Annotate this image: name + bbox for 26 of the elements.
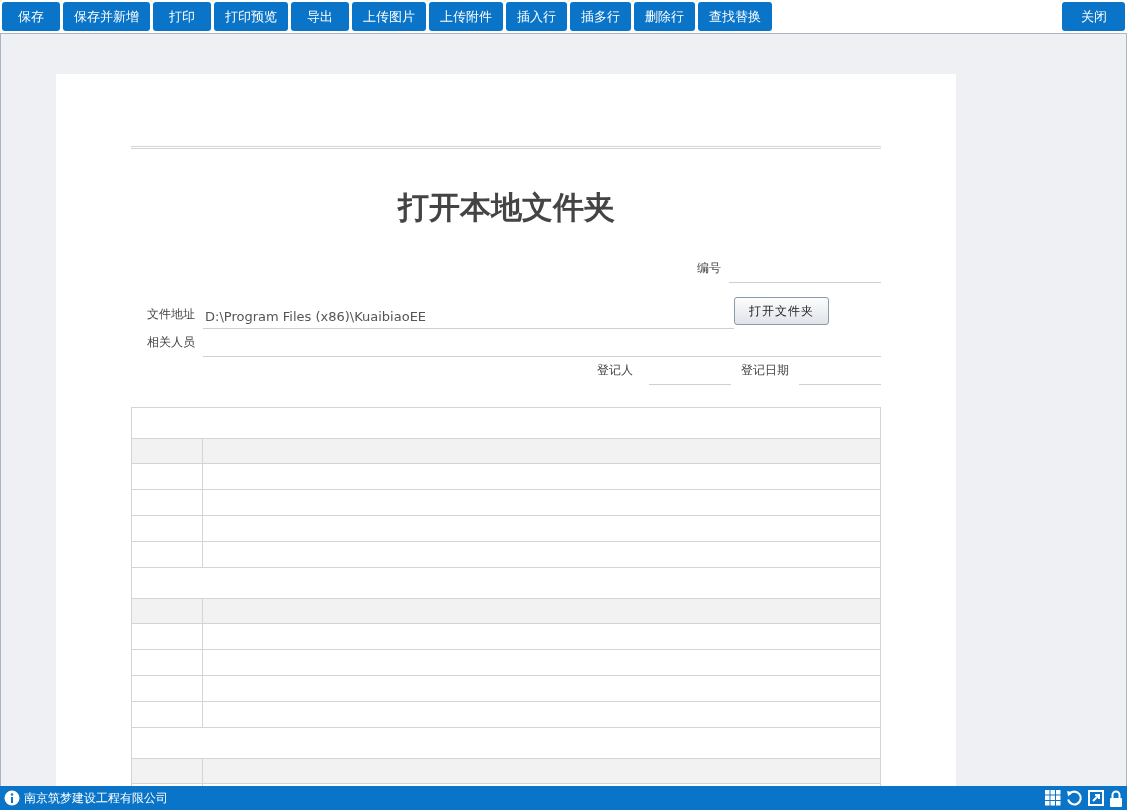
toolbar-button[interactable]: 导出 [291, 2, 349, 31]
toolbar-button[interactable]: 上传附件 [429, 2, 503, 31]
toolbar-button[interactable]: 插多行 [570, 2, 631, 31]
toolbar-button[interactable]: 保存 [2, 2, 60, 31]
toolbar-button[interactable]: 打印 [153, 2, 211, 31]
lock-icon[interactable] [1109, 789, 1123, 807]
field-label: 登记日期 [740, 362, 790, 379]
company-name: 南京筑梦建设工程有限公司 [24, 789, 168, 807]
refresh-icon[interactable] [1066, 789, 1083, 807]
field-label: 登记人 [597, 362, 634, 379]
toolbar-button[interactable]: 删除行 [634, 2, 695, 31]
toolbar-button[interactable]: 插入行 [506, 2, 567, 31]
toolbar-button[interactable]: 查找替换 [698, 2, 772, 31]
field-label: 相关人员 [146, 334, 196, 351]
toolbar-button[interactable]: 打印预览 [214, 2, 288, 31]
toolbar-button[interactable]: 上传图片 [352, 2, 426, 31]
open-folder-button[interactable]: 打开文件夹 [734, 297, 829, 325]
info-icon [4, 790, 20, 806]
input-field[interactable]: D:\Program Files (x86)\KuaibiaoEE [203, 304, 734, 329]
toolbar-button[interactable]: 保存并新增 [63, 2, 150, 31]
field-label: 编号 [697, 260, 722, 277]
close-button[interactable]: 关闭 [1062, 2, 1125, 31]
external-link-icon[interactable] [1088, 790, 1104, 806]
field-label: 文件地址 [146, 306, 196, 323]
grid-icon[interactable] [1045, 790, 1061, 806]
document-title: 打开本地文件夹 [396, 188, 616, 227]
